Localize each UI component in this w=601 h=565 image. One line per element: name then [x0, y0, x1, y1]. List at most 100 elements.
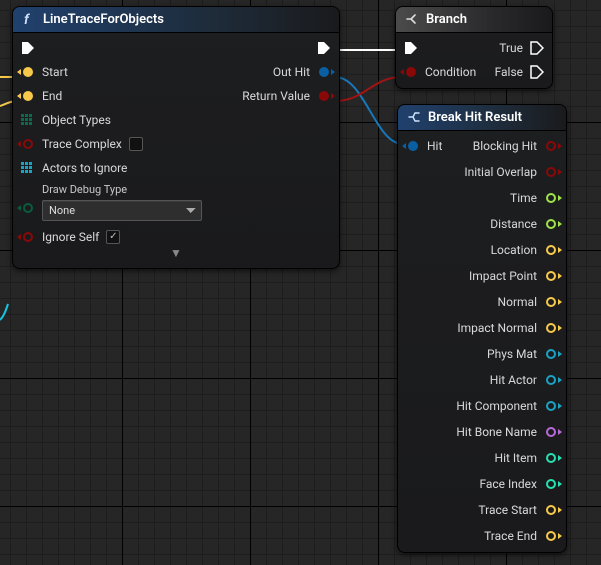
float-pin-icon [544, 191, 558, 205]
pin-hit-bone-name[interactable]: Hit Bone Name [456, 423, 558, 440]
pin-label: Impact Normal [457, 321, 537, 335]
node-linetraceforobjects[interactable]: f LineTraceForObjects Start End [12, 6, 340, 269]
branch-icon [404, 11, 420, 27]
object-pin-icon [544, 399, 558, 413]
vector-pin-icon [544, 269, 558, 283]
pin-label: Condition [425, 65, 476, 79]
node-title: Break Hit Result [428, 110, 522, 125]
pin-return-value[interactable]: Return Value [242, 87, 331, 104]
expand-node-icon[interactable]: ▼ [21, 245, 331, 260]
pin-trace-start[interactable]: Trace Start [478, 501, 558, 518]
pin-ignore-self[interactable]: Ignore Self ✓ [21, 228, 120, 245]
node-title: LineTraceForObjects [43, 12, 164, 27]
pin-trace-complex[interactable]: Trace Complex [21, 135, 143, 152]
pin-actors-to-ignore[interactable]: Actors to Ignore [21, 159, 127, 176]
pin-hit-component[interactable]: Hit Component [456, 397, 558, 414]
pin-label: Start [42, 65, 68, 79]
bool-pin-icon [544, 139, 558, 153]
node-break-hit-result[interactable]: Break Hit Result Hit Blocking Hit Initia… [397, 104, 567, 553]
pin-phys-mat[interactable]: Phys Mat [487, 345, 558, 362]
vector-pin-icon [544, 529, 558, 543]
checkbox-unchecked[interactable] [129, 137, 143, 151]
pin-exec-in[interactable] [21, 39, 35, 56]
vector-pin-icon [21, 89, 35, 103]
pin-condition[interactable]: Condition [404, 63, 476, 80]
exec-out-icon [530, 65, 544, 79]
pin-label: Face Index [479, 477, 537, 491]
pin-face-index[interactable]: Face Index [479, 475, 558, 492]
pin-label: Hit Actor [490, 373, 537, 387]
pin-label: Time [510, 191, 537, 205]
pin-label: False [495, 65, 523, 79]
pin-out-hit[interactable]: Out Hit [273, 63, 331, 80]
bool-pin-icon [317, 89, 331, 103]
int-pin-icon [544, 451, 558, 465]
vector-pin-icon [544, 243, 558, 257]
pin-time[interactable]: Time [510, 189, 558, 206]
pin-label: Normal [498, 295, 537, 309]
pin-hit-item[interactable]: Hit Item [495, 449, 558, 466]
exec-in-icon [404, 41, 418, 55]
exec-out-icon [530, 41, 544, 55]
pin-initial-overlap[interactable]: Initial Overlap [464, 163, 558, 180]
svg-text:f: f [24, 12, 30, 27]
pin-label: Trace End [484, 529, 537, 543]
pin-start[interactable]: Start [21, 63, 68, 80]
pin-trace-end[interactable]: Trace End [484, 527, 558, 544]
pin-label: Location [491, 243, 537, 257]
pin-exec-in[interactable] [404, 39, 418, 56]
exec-out-icon [317, 41, 331, 55]
node-header[interactable]: Branch [396, 7, 552, 33]
pin-label: Hit Item [495, 451, 537, 465]
pin-hit-actor[interactable]: Hit Actor [490, 371, 558, 388]
pin-label: Actors to Ignore [42, 161, 127, 175]
function-icon: f [21, 11, 37, 27]
pin-exec-out[interactable] [317, 39, 331, 56]
pin-blocking-hit[interactable]: Blocking Hit [473, 137, 558, 154]
pin-false[interactable]: False [495, 63, 544, 80]
pin-label: Ignore Self [42, 230, 99, 244]
pin-label: Distance [490, 217, 537, 231]
node-branch[interactable]: Branch Condition True [395, 6, 553, 89]
node-title: Branch [426, 12, 467, 27]
pin-label: Hit Bone Name [456, 425, 537, 439]
vector-pin-icon [21, 65, 35, 79]
pin-label: Hit [427, 139, 442, 153]
exec-in-icon [21, 41, 35, 55]
node-header[interactable]: Break Hit Result [398, 105, 566, 131]
object-pin-icon [544, 347, 558, 361]
pin-end[interactable]: End [21, 87, 62, 104]
pin-label: Trace Start [478, 503, 537, 517]
pin-true[interactable]: True [499, 39, 544, 56]
pin-impact-normal[interactable]: Impact Normal [457, 319, 558, 336]
pin-label: True [499, 41, 523, 55]
float-pin-icon [544, 217, 558, 231]
vector-pin-icon [544, 503, 558, 517]
pin-object-types[interactable]: Object Types [21, 111, 111, 128]
pin-label: End [42, 89, 62, 103]
pin-label: Return Value [242, 89, 310, 103]
pin-impact-point[interactable]: Impact Point [469, 267, 558, 284]
vector-pin-icon [544, 295, 558, 309]
array-pin-icon [21, 162, 35, 174]
bool-pin-icon [404, 65, 418, 79]
vector-pin-icon [544, 321, 558, 335]
pin-label: Impact Point [469, 269, 537, 283]
checkbox-checked[interactable]: ✓ [106, 230, 120, 244]
bool-pin-icon [21, 230, 35, 244]
bool-pin-icon [544, 165, 558, 179]
pin-draw-debug-type[interactable]: Draw Debug Type None [21, 183, 202, 221]
pin-location[interactable]: Location [491, 241, 558, 258]
pin-label: Draw Debug Type [42, 183, 202, 196]
draw-debug-type-select[interactable]: None [42, 200, 202, 221]
node-header[interactable]: f LineTraceForObjects [13, 7, 339, 33]
struct-pin-icon [406, 139, 420, 153]
pin-hit[interactable]: Hit [406, 137, 442, 154]
pin-distance[interactable]: Distance [490, 215, 558, 232]
struct-pin-icon [317, 65, 331, 79]
pin-normal[interactable]: Normal [498, 293, 558, 310]
int-pin-icon [544, 477, 558, 491]
pin-label: Out Hit [273, 65, 310, 79]
name-pin-icon [544, 425, 558, 439]
pin-label: Object Types [42, 113, 111, 127]
